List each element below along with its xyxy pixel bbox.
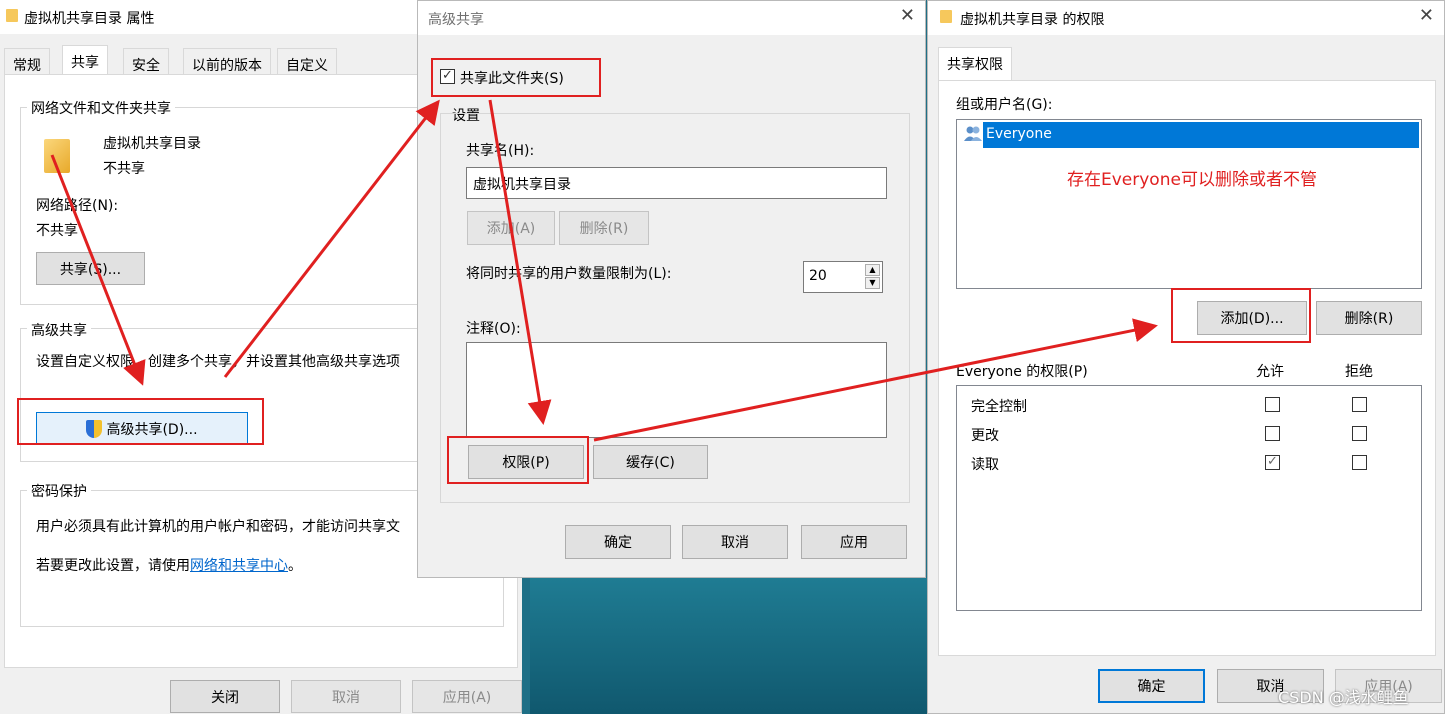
share-name-label: 共享名(H):: [466, 143, 535, 159]
folder-name: 虚拟机共享目录: [103, 136, 201, 152]
perm-name-read: 读取: [971, 457, 999, 473]
tab-previous-versions[interactable]: 以前的版本: [183, 48, 271, 76]
add-share-name-button[interactable]: 添加(A): [467, 211, 555, 245]
allow-read-checkbox[interactable]: ✓: [1265, 455, 1280, 470]
password-change-line: 若要更改此设置，请使用网络和共享中心。: [36, 555, 302, 575]
permissions-for-label: Everyone 的权限(P): [956, 364, 1088, 380]
allow-full-control-checkbox[interactable]: [1265, 397, 1280, 412]
advanced-sharing-heading: 高级共享: [27, 320, 91, 340]
permissions-list: 完全控制 更改 读取 ✓: [956, 385, 1422, 611]
user-limit-value: 20: [809, 268, 827, 284]
close-icon[interactable]: ✕: [900, 7, 915, 25]
desktop-background: [530, 578, 930, 714]
large-folder-icon: [44, 139, 70, 173]
share-name-value: 虚拟机共享目录: [473, 177, 571, 193]
advanced-sharing-description: 设置自定义权限，创建多个共享，并设置其他高级共享选项: [36, 354, 400, 370]
network-sharing-center-link[interactable]: 网络和共享中心: [190, 558, 288, 574]
highlight-advanced-sharing-button: [17, 398, 264, 445]
users-group-icon: [963, 125, 983, 143]
group-user-list[interactable]: Everyone 存在Everyone可以删除或者不管: [956, 119, 1422, 289]
user-limit-spinner[interactable]: 20 ▲ ▼: [803, 261, 883, 293]
share-button[interactable]: 共享(S)...: [36, 252, 145, 285]
folder-icon: [940, 10, 952, 23]
watermark: CSDN @浅水鲤鱼: [1278, 688, 1409, 707]
password-protection-description: 用户必须具有此计算机的用户帐户和密码，才能访问共享文: [36, 519, 400, 535]
share-state: 不共享: [103, 161, 145, 177]
list-item[interactable]: Everyone: [983, 122, 1419, 148]
properties-apply-button[interactable]: 应用(A): [412, 680, 522, 713]
comment-textarea[interactable]: [466, 342, 887, 438]
tab-general[interactable]: 常规: [4, 48, 50, 76]
group-user-label: 组或用户名(G):: [956, 97, 1053, 113]
properties-title: 虚拟机共享目录 属性: [24, 11, 155, 27]
advanced-ok-button[interactable]: 确定: [565, 525, 671, 559]
advanced-title: 高级共享: [428, 12, 484, 28]
highlight-add-user-button: [1171, 288, 1311, 343]
network-path-value: 不共享: [36, 223, 78, 239]
perm-name-change: 更改: [971, 428, 999, 444]
spinner-up-icon[interactable]: ▲: [865, 264, 880, 276]
advanced-titlebar: 高级共享 ✕: [418, 1, 925, 35]
perm-name-full-control: 完全控制: [971, 399, 1027, 415]
password-protection-heading: 密码保护: [27, 481, 91, 501]
permissions-ok-button[interactable]: 确定: [1098, 669, 1205, 703]
comment-label: 注释(O):: [466, 321, 521, 337]
advanced-apply-button[interactable]: 应用: [801, 525, 907, 559]
allow-header: 允许: [1256, 364, 1284, 380]
allow-change-checkbox[interactable]: [1265, 426, 1280, 441]
advanced-cancel-button[interactable]: 取消: [682, 525, 788, 559]
network-sharing-heading: 网络文件和文件夹共享: [27, 98, 175, 118]
permissions-panel: 组或用户名(G): Everyone 存在Everyone可以删除或者不管 添加…: [938, 80, 1436, 656]
selected-user-name: Everyone: [986, 126, 1052, 142]
properties-cancel-button[interactable]: 取消: [291, 680, 401, 713]
tab-sharing[interactable]: 共享: [62, 45, 108, 75]
remove-share-name-button[interactable]: 删除(R): [559, 211, 649, 245]
password-change-prefix: 若要更改此设置，请使用: [36, 558, 190, 574]
annotation-note: 存在Everyone可以删除或者不管: [1067, 170, 1317, 190]
permissions-titlebar: 虚拟机共享目录 的权限 ✕: [928, 1, 1444, 35]
user-limit-label: 将同时共享的用户数量限制为(L):: [466, 266, 672, 282]
deny-read-checkbox[interactable]: [1352, 455, 1367, 470]
deny-change-checkbox[interactable]: [1352, 426, 1367, 441]
deny-full-control-checkbox[interactable]: [1352, 397, 1367, 412]
highlight-permissions-button: [447, 436, 589, 484]
permissions-title: 虚拟机共享目录 的权限: [960, 12, 1105, 28]
permissions-window: 虚拟机共享目录 的权限 ✕ 共享权限 组或用户名(G): Everyone 存在…: [927, 0, 1445, 714]
tab-security[interactable]: 安全: [123, 48, 169, 76]
share-name-input[interactable]: 虚拟机共享目录: [466, 167, 887, 199]
remove-user-button[interactable]: 删除(R): [1316, 301, 1422, 335]
highlight-share-folder-checkbox: [431, 58, 601, 97]
close-button[interactable]: 关闭: [170, 680, 280, 713]
deny-header: 拒绝: [1345, 364, 1373, 380]
tab-share-permissions[interactable]: 共享权限: [938, 47, 1012, 81]
folder-icon: [6, 9, 18, 22]
password-change-suffix: 。: [288, 558, 302, 574]
network-path-label: 网络路径(N):: [36, 198, 119, 214]
tab-customize[interactable]: 自定义: [277, 48, 337, 76]
spinner-down-icon[interactable]: ▼: [865, 277, 880, 289]
caching-button[interactable]: 缓存(C): [593, 445, 708, 479]
close-icon[interactable]: ✕: [1419, 7, 1434, 25]
